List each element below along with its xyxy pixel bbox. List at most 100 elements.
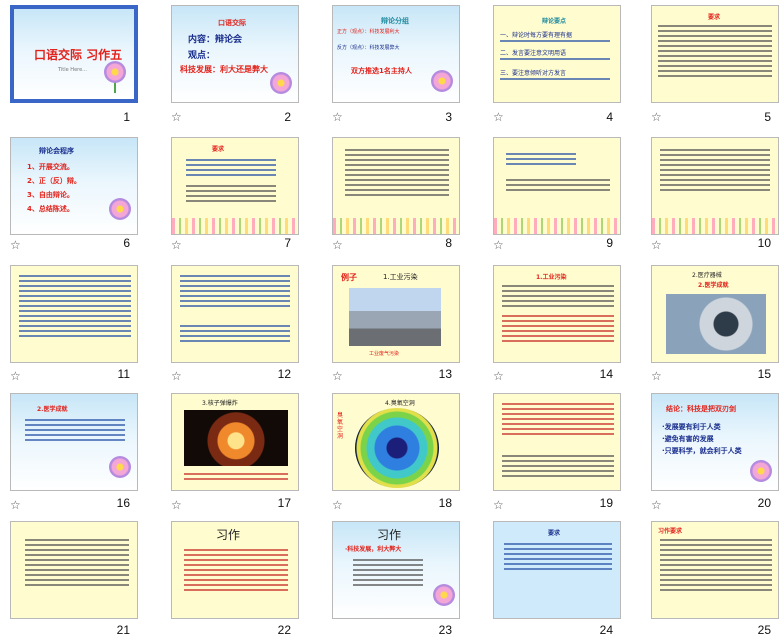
slide-line: ·避免有害的发展 [662, 435, 714, 443]
slide-thumbnail-19[interactable] [493, 393, 621, 491]
slide-thumbnail-15[interactable]: 2.医疗器械 2.医学成就 [651, 265, 779, 363]
slide-line: 正方（观点）：科技发展利大 [337, 29, 400, 35]
slide-number: 16 [116, 496, 130, 510]
star-icon[interactable]: ☆ [651, 110, 662, 124]
slide-thumbnail-6[interactable]: 辩论会程序 1、开展交流。 2、正（反）辩。 3、自由辩论。 4、总结陈述。 [10, 137, 138, 235]
flower-icon [750, 460, 772, 482]
star-icon[interactable]: ☆ [651, 498, 662, 512]
slide-thumbnail-5[interactable]: 要求 [651, 5, 779, 103]
star-icon[interactable]: ☆ [10, 369, 21, 383]
slide-line: ·发展要有利于人类 [662, 423, 721, 431]
flower-icon [431, 70, 453, 92]
slide-number: 19 [599, 496, 613, 510]
slide-number: 10 [757, 236, 771, 250]
star-icon[interactable]: ☆ [651, 238, 662, 252]
slide-thumbnail-23[interactable]: 习作 ·科技发展，利大弊大 [332, 521, 460, 619]
slide-number: 8 [445, 236, 452, 250]
star-icon[interactable]: ☆ [493, 369, 504, 383]
slide-heading: 习作 [216, 528, 241, 542]
slide-thumbnail-10[interactable] [651, 137, 779, 235]
slide-thumbnail-14[interactable]: 1.工业污染 [493, 265, 621, 363]
flower-icon [109, 198, 131, 220]
star-icon[interactable]: ☆ [10, 238, 21, 252]
slide-heading: 1.工业污染 [536, 274, 567, 281]
slide-line: 内容：辩论会 [188, 35, 243, 45]
star-icon[interactable]: ☆ [171, 238, 182, 252]
slide-thumbnail-21[interactable] [10, 521, 138, 619]
slide-line: 1.工业污染 [383, 273, 418, 281]
slide-heading: 辩论会程序 [39, 147, 74, 155]
slide-thumbnail-22[interactable]: 习作 [171, 521, 299, 619]
slide-line: ·只要科学，就会利于人类 [662, 447, 742, 455]
slide-line: 双方推选1名主持人 [351, 67, 412, 75]
slide-thumbnail-11[interactable] [10, 265, 138, 363]
flower-icon [109, 456, 131, 478]
star-icon[interactable]: ☆ [332, 110, 343, 124]
slide-line: 观点： [188, 51, 216, 61]
slide-heading: 要求 [212, 146, 225, 153]
slide-thumbnail-9[interactable] [493, 137, 621, 235]
slide-number: 6 [123, 236, 130, 250]
slide-caption: 工业废气污染 [369, 351, 400, 357]
slide-line: 科技发展：利大还是弊大 [180, 65, 268, 74]
slide-thumbnail-17[interactable]: 3.核子弹爆炸 [171, 393, 299, 491]
slide-number: 2 [284, 110, 291, 124]
slide-number: 17 [277, 496, 291, 510]
star-icon[interactable]: ☆ [332, 369, 343, 383]
slide-heading: 辩论分组 [381, 17, 409, 25]
slide-line: 2.医学成就 [698, 282, 729, 289]
slide-number: 14 [599, 367, 613, 381]
slide-number: 20 [757, 496, 771, 510]
slide-heading: 3.核子弹爆炸 [202, 400, 238, 407]
slide-heading: 4.臭氧空洞 [385, 400, 415, 407]
slide-line: 2、正（反）辩。 [27, 177, 81, 185]
ozone-label: 臭氧空洞 [337, 412, 344, 440]
star-icon[interactable]: ☆ [332, 238, 343, 252]
slide-thumbnail-18[interactable]: 4.臭氧空洞 臭氧空洞 [332, 393, 460, 491]
slide-thumbnail-3[interactable]: 辩论分组 正方（观点）：科技发展利大 反方（观点）：科技发展弊大 双方推选1名主… [332, 5, 460, 103]
slide-heading: 要求 [548, 530, 561, 537]
slide-thumbnail-20[interactable]: 结论：科技是把双刃剑 ·发展要有利于人类 ·避免有害的发展 ·只要科学，就会利于… [651, 393, 779, 491]
star-icon[interactable]: ☆ [171, 369, 182, 383]
star-icon[interactable]: ☆ [651, 369, 662, 383]
star-icon[interactable]: ☆ [171, 110, 182, 124]
slide-number: 18 [438, 496, 452, 510]
slide-thumbnail-4[interactable]: 辩论要点 一、辩论时每方要有理有据 二、发言要注意文明用语 三、要注意倾听对方发… [493, 5, 621, 103]
slide-line: 3、自由辩论。 [27, 191, 74, 199]
slide-number: 3 [445, 110, 452, 124]
slide-number: 21 [116, 623, 130, 637]
slide-thumbnail-13[interactable]: 例子 1.工业污染 工业废气污染 [332, 265, 460, 363]
slide-number: 23 [438, 623, 452, 637]
star-icon[interactable]: ☆ [493, 110, 504, 124]
slide-number: 22 [277, 623, 291, 637]
star-icon[interactable]: ☆ [493, 498, 504, 512]
slide-line: 1、开展交流。 [27, 163, 74, 171]
slide-line: 反方（观点）：科技发展弊大 [337, 45, 400, 51]
slide-number: 4 [606, 110, 613, 124]
flower-icon [104, 61, 126, 83]
slide-number: 9 [606, 236, 613, 250]
explosion-photo [184, 410, 288, 466]
slide-thumbnail-2[interactable]: 口语交际 内容：辩论会 观点： 科技发展：利大还是弊大 [171, 5, 299, 103]
slide-thumbnail-16[interactable]: 2.医学成就 [10, 393, 138, 491]
slide-thumbnail-1[interactable]: 口语交际 习作五 Title Here... [10, 5, 138, 103]
slide-thumbnail-25[interactable]: 习作要求 [651, 521, 779, 619]
slide-subtitle: Title Here... [58, 67, 87, 73]
star-icon[interactable]: ☆ [493, 238, 504, 252]
slide-thumbnail-12[interactable] [171, 265, 299, 363]
slide-number: 15 [757, 367, 771, 381]
medical-device-photo [666, 294, 766, 354]
slide-line: ·科技发展，利大弊大 [345, 546, 402, 553]
slide-number: 7 [284, 236, 291, 250]
slide-heading: 口语交际 [218, 19, 246, 27]
slide-thumbnail-8[interactable] [332, 137, 460, 235]
slide-thumbnail-7[interactable]: 要求 [171, 137, 299, 235]
factory-photo [349, 288, 441, 346]
slide-thumbnail-24[interactable]: 要求 [493, 521, 621, 619]
flower-icon [433, 584, 455, 606]
slide-heading: 要求 [708, 14, 721, 21]
star-icon[interactable]: ☆ [10, 498, 21, 512]
star-icon[interactable]: ☆ [171, 498, 182, 512]
slide-number: 13 [438, 367, 452, 381]
star-icon[interactable]: ☆ [332, 498, 343, 512]
